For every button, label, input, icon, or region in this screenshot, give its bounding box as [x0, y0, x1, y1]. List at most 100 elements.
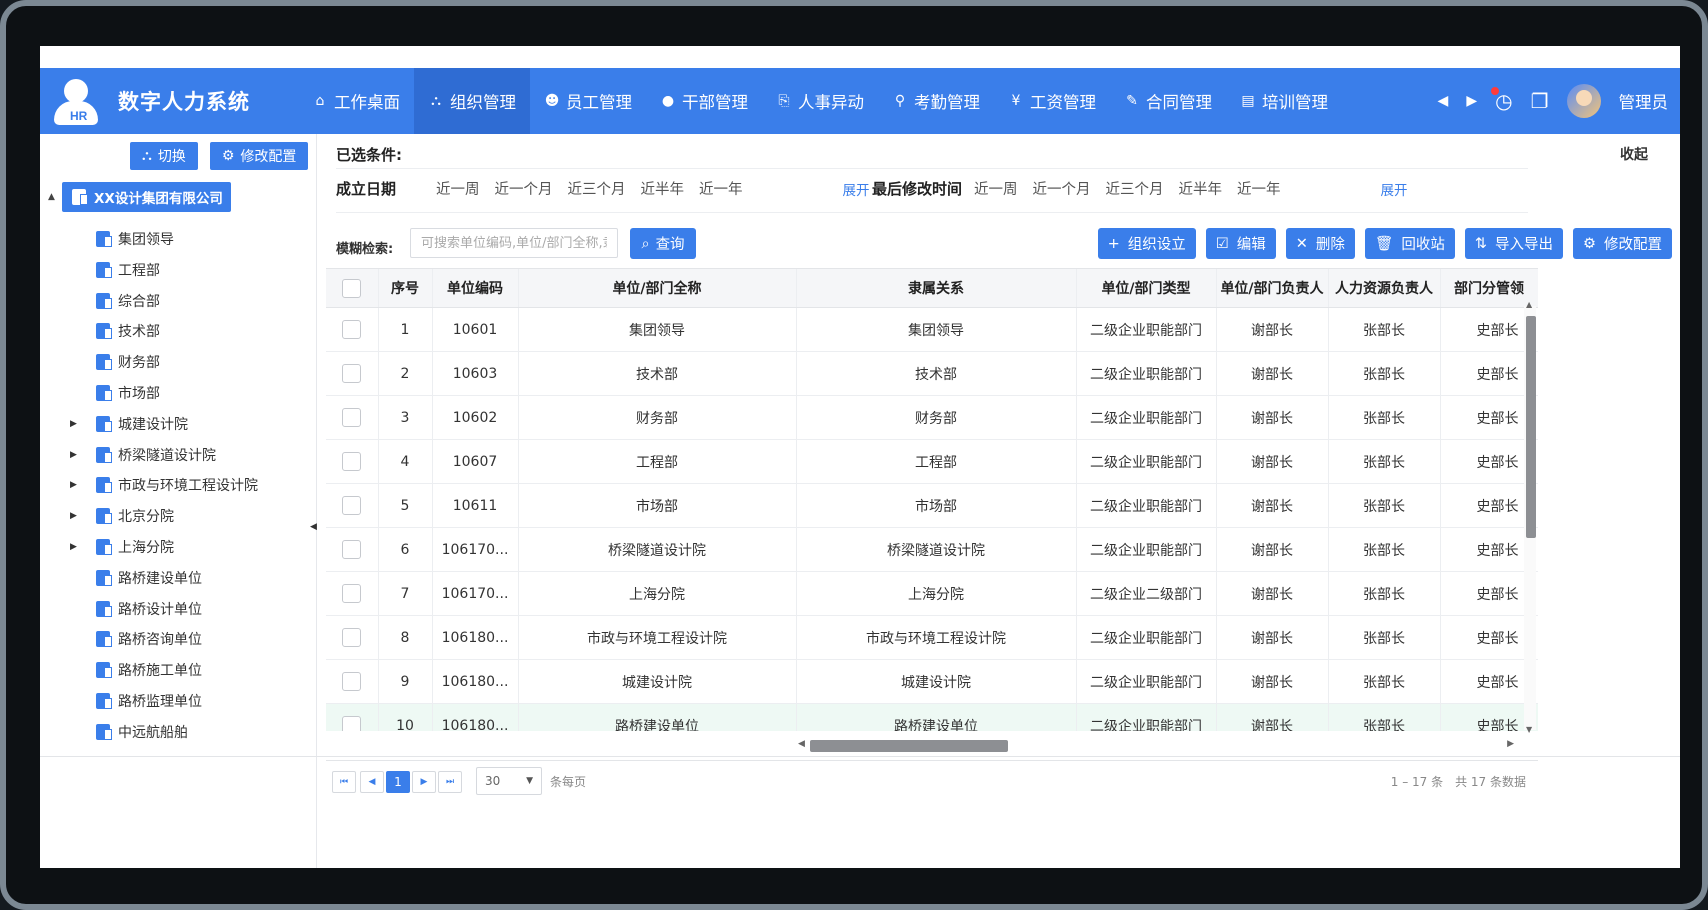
table-row[interactable]: 10 106180... 路桥建设单位 路桥建设单位 二级企业职能部门 谢部长 张部长 史部长: [326, 703, 1538, 731]
row-checkbox[interactable]: [342, 716, 362, 731]
collapse-filters-link[interactable]: 收起: [1620, 144, 1648, 164]
tree-node[interactable]: 集团领导: [96, 226, 174, 252]
row-checkbox[interactable]: [342, 452, 362, 471]
switch-button[interactable]: ⛬ 切换: [130, 142, 198, 170]
expand-caret-icon[interactable]: ▶: [70, 450, 77, 460]
tree-node[interactable]: 综合部: [96, 288, 160, 314]
modified_time-option[interactable]: 近半年: [1179, 178, 1223, 199]
vertical-scrollbar[interactable]: ▲ ▼: [1524, 300, 1536, 734]
nav-prev-icon[interactable]: ◀: [1438, 93, 1449, 109]
tree-node[interactable]: 财务部: [96, 349, 160, 375]
table-row[interactable]: 2 10603 技术部 技术部 二级企业职能部门 谢部长 张部长 史部长: [326, 351, 1538, 396]
table-row[interactable]: 4 10607 工程部 工程部 二级企业职能部门 谢部长 张部长 史部长: [326, 439, 1538, 484]
nav-item-5[interactable]: ⚲ 考勤管理: [878, 68, 994, 134]
first-page-icon[interactable]: ⏮: [332, 771, 356, 793]
column-header[interactable]: 单位/部门全称: [518, 269, 797, 308]
query-button[interactable]: ⌕ 查询: [630, 228, 696, 259]
tree-node[interactable]: 上海分院: [96, 534, 174, 560]
recycle-bin-button[interactable]: 🗑 回收站: [1364, 228, 1455, 259]
table-row[interactable]: 8 106180... 市政与环境工程设计院 市政与环境工程设计院 二级企业职能部门 谢部…: [326, 615, 1538, 660]
found_date-option[interactable]: 近一个月: [495, 178, 553, 199]
column-header[interactable]: 部门分管领: [1440, 269, 1538, 308]
tree-node[interactable]: 路桥建设单位: [96, 565, 202, 591]
nav-item-1[interactable]: ⛬ 组织管理: [414, 68, 530, 134]
collapse-caret-icon[interactable]: ▲: [48, 192, 55, 202]
import-export-button[interactable]: ⇅ 导入导出: [1464, 228, 1563, 259]
column-header[interactable]: 单位编码: [432, 269, 519, 308]
column-header[interactable]: 人力资源负责人: [1328, 269, 1441, 308]
modified_time-option[interactable]: 近一周: [974, 178, 1018, 199]
next-page-icon[interactable]: ▶: [412, 771, 436, 793]
org-setup-button[interactable]: + 组织设立: [1097, 228, 1196, 259]
nav-item-6[interactable]: ¥ 工资管理: [994, 68, 1110, 134]
table-row[interactable]: 7 106170... 上海分院 上海分院 二级企业二级部门 谢部长 张部长 史部长: [326, 571, 1538, 616]
clock-icon[interactable]: ◷: [1491, 87, 1513, 113]
row-checkbox[interactable]: [342, 320, 362, 339]
config-button[interactable]: ⚙ 修改配置: [1573, 228, 1672, 259]
delete-button[interactable]: ✕ 删除: [1285, 228, 1355, 259]
tree-root-node[interactable]: XX设计集团有限公司: [62, 182, 231, 212]
user-name[interactable]: 管理员: [1619, 89, 1669, 113]
sidebar-config-button[interactable]: ⚙ 修改配置: [209, 142, 309, 170]
nav-item-0[interactable]: ⌂ 工作桌面: [298, 68, 414, 134]
horizontal-scrollbar[interactable]: ◀ ▶: [798, 738, 1514, 752]
sidebar-collapse-icon[interactable]: ◀: [310, 522, 317, 532]
nav-item-8[interactable]: ▤ 培训管理: [1226, 68, 1342, 134]
nav-next-icon[interactable]: ▶: [1466, 93, 1477, 109]
select-all-checkbox[interactable]: [342, 278, 362, 298]
expand-caret-icon[interactable]: ▶: [70, 419, 77, 429]
tree-node[interactable]: 桥梁隧道设计院: [96, 442, 216, 468]
modified_time-option[interactable]: 近一年: [1237, 178, 1281, 199]
tree-node[interactable]: 路桥施工单位: [96, 657, 202, 683]
expand-caret-icon[interactable]: ▶: [70, 511, 77, 521]
page-size-select[interactable]: 30 ▼: [476, 767, 542, 795]
found_date-option[interactable]: 近一年: [699, 178, 743, 199]
table-row[interactable]: 9 106180... 城建设计院 城建设计院 二级企业职能部门 谢部长 张部长 史部长: [326, 659, 1538, 704]
row-checkbox[interactable]: [342, 540, 362, 559]
found_date-option[interactable]: 近半年: [641, 178, 685, 199]
tree-node[interactable]: 工程部: [96, 257, 160, 283]
modified_time-option[interactable]: 近一个月: [1033, 178, 1091, 199]
row-checkbox[interactable]: [342, 408, 362, 427]
tree-node[interactable]: 技术部: [96, 318, 160, 344]
row-checkbox[interactable]: [342, 364, 362, 383]
tree-node[interactable]: 路桥咨询单位: [96, 626, 202, 652]
table-row[interactable]: 5 10611 市场部 市场部 二级企业职能部门 谢部长 张部长 史部长: [326, 483, 1538, 528]
found_date-option[interactable]: 近三个月: [568, 178, 626, 199]
nav-item-4[interactable]: ⎘ 人事异动: [762, 68, 878, 134]
tree-node[interactable]: 路桥监理单位: [96, 688, 202, 714]
expand-caret-icon[interactable]: ▶: [70, 480, 77, 490]
row-checkbox[interactable]: [342, 672, 362, 691]
nav-item-3[interactable]: ● 干部管理: [646, 68, 762, 134]
found_date-option[interactable]: 近一周: [436, 178, 480, 199]
column-header[interactable]: 隶属关系: [796, 269, 1077, 308]
current-page-button[interactable]: 1: [386, 771, 410, 793]
table-row[interactable]: 6 106170... 桥梁隧道设计院 桥梁隧道设计院 二级企业职能部门 谢部长 张部长 史部…: [326, 527, 1538, 572]
column-header[interactable]: 单位/部门类型: [1076, 269, 1217, 308]
user-avatar[interactable]: [1566, 84, 1601, 118]
edit-button[interactable]: ☑ 编辑: [1205, 228, 1276, 259]
column-header[interactable]: 序号: [378, 269, 433, 308]
row-checkbox[interactable]: [342, 584, 362, 603]
tree-node[interactable]: 路桥设计单位: [96, 596, 202, 622]
modified_time-option[interactable]: 近三个月: [1106, 178, 1164, 199]
modified-time-expand-link[interactable]: 展开: [1381, 179, 1408, 199]
table-row[interactable]: 3 10602 财务部 财务部 二级企业职能部门 谢部长 张部长 史部长: [326, 395, 1538, 440]
row-checkbox[interactable]: [342, 628, 362, 647]
nav-item-7[interactable]: ✎ 合同管理: [1110, 68, 1226, 134]
prev-page-icon[interactable]: ◀: [360, 771, 384, 793]
last-page-icon[interactable]: ⏭: [438, 771, 462, 793]
row-checkbox[interactable]: [342, 496, 362, 515]
tree-node[interactable]: 北京分院: [96, 503, 174, 529]
expand-caret-icon[interactable]: ▶: [70, 542, 77, 552]
window-switch-icon[interactable]: ❐: [1531, 89, 1549, 113]
table-row[interactable]: 1 10601 集团领导 集团领导 二级企业职能部门 谢部长 张部长 史部长: [326, 307, 1538, 352]
tree-node[interactable]: 市政与环境工程设计院: [96, 472, 258, 498]
column-header[interactable]: 单位/部门负责人: [1216, 269, 1329, 308]
search-input[interactable]: [410, 228, 618, 258]
tree-node[interactable]: 市场部: [96, 380, 160, 406]
tree-node[interactable]: 中远航船舶: [96, 719, 188, 745]
tree-node[interactable]: 城建设计院: [96, 411, 188, 437]
nav-item-2[interactable]: ☻ 员工管理: [530, 68, 646, 134]
found-date-expand-link[interactable]: 展开: [843, 179, 870, 199]
